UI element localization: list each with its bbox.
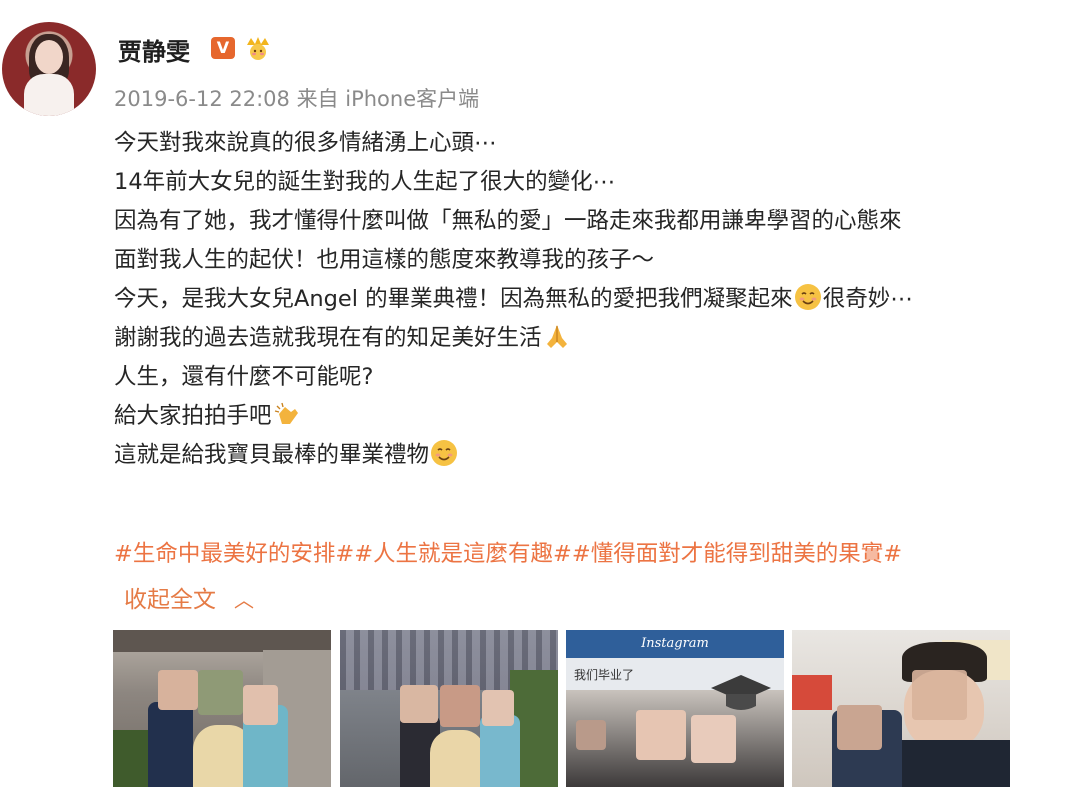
blurred-face — [837, 705, 882, 750]
avatar-face — [35, 40, 63, 74]
collapse-label: 收起全文 — [124, 587, 216, 613]
avatar-body — [24, 74, 74, 116]
photo-caption: 我们毕业了 — [574, 668, 635, 682]
smiling-face-emoji-icon — [431, 440, 458, 466]
post-photo-4[interactable] — [792, 630, 1010, 787]
post-line: 今天，是我大女兒Angel 的畢業典禮！因為無私的愛把我們凝聚起來 很奇妙⋯ — [114, 280, 1080, 319]
post-line: 謝謝我的過去造就我現在有的知足美好生活 — [114, 319, 1080, 358]
folded-hands-emoji-icon — [546, 325, 567, 348]
blurred-face — [691, 715, 736, 763]
post-line: 面對我人生的起伏！也用這樣的態度來教導我的孩子～ — [114, 247, 655, 273]
smiling-face-emoji-icon — [794, 284, 821, 310]
post-meta: 2019-6-12 22:08 来自 iPhone客户端 — [114, 83, 479, 113]
post-line: 今天對我來說真的很多情緒湧上心頭⋯ — [114, 130, 497, 156]
collapse-text-button[interactable]: 收起全文 ︿ — [124, 580, 254, 614]
post-line: 人生，還有什麼不可能呢? — [114, 364, 374, 390]
blurred-face — [198, 670, 243, 715]
graduation-cap-icon — [711, 675, 771, 710]
post-timestamp[interactable]: 2019-6-12 22:08 — [114, 87, 290, 111]
blurred-face — [158, 670, 198, 710]
chevron-up-icon: ︿ — [234, 588, 254, 612]
post-line-text: 這就是給我寶貝最棒的畢業禮物 — [114, 442, 430, 468]
post-line: 給大家拍拍手吧 — [114, 397, 1080, 436]
blurred-face — [576, 720, 606, 750]
post-line-text: 很奇妙⋯ — [822, 286, 913, 312]
post-line-text: 今天，是我大女兒Angel 的畢業典禮！因為無私的愛把我們凝聚起來 — [114, 286, 793, 312]
post-line: 14年前大女兒的誕生對我的人生起了很大的變化⋯ — [114, 169, 616, 195]
post-body: 今天對我來說真的很多情緒湧上心頭⋯ 14年前大女兒的誕生對我的人生起了很大的變化… — [114, 124, 1080, 475]
instagram-header: Instagram — [566, 630, 784, 658]
hashtag-links[interactable]: #生命中最美好的安排##人生就是這麼有趣##懂得面對才能得到甜美的果實# — [114, 536, 902, 568]
post-line: 這就是給我寶貝最棒的畢業禮物 — [114, 436, 1080, 475]
crown-face-icon — [247, 37, 269, 60]
verified-badge-icon: V — [211, 37, 235, 59]
blurred-face — [400, 685, 438, 723]
photo-red-sign — [792, 675, 832, 710]
post-photo-1[interactable] — [113, 630, 331, 787]
username[interactable]: 贾静雯 — [118, 32, 190, 67]
photo-person — [148, 702, 193, 787]
user-avatar[interactable] — [2, 22, 96, 116]
post-photo-3[interactable]: Instagram 我们毕业了 — [566, 630, 784, 787]
blurred-face — [440, 685, 480, 727]
photo-bouquet — [430, 730, 485, 787]
post-source: 来自 iPhone客户端 — [296, 87, 480, 111]
blurred-face — [482, 690, 514, 726]
blurred-face — [636, 710, 686, 760]
photo-suit — [892, 740, 1010, 787]
blurred-face — [912, 670, 967, 720]
post-photo-2[interactable] — [340, 630, 558, 787]
post-line-text: 謝謝我的過去造就我現在有的知足美好生活 — [114, 325, 542, 351]
post-line-text: 給大家拍拍手吧 — [114, 403, 272, 429]
photo-canopy — [113, 630, 331, 652]
blurred-face — [243, 685, 278, 725]
clapping-hands-emoji-icon — [274, 402, 298, 424]
post-line: 因為有了她，我才懂得什麼叫做「無私的愛」一路走來我都用謙卑學習的心態來 — [114, 208, 902, 234]
